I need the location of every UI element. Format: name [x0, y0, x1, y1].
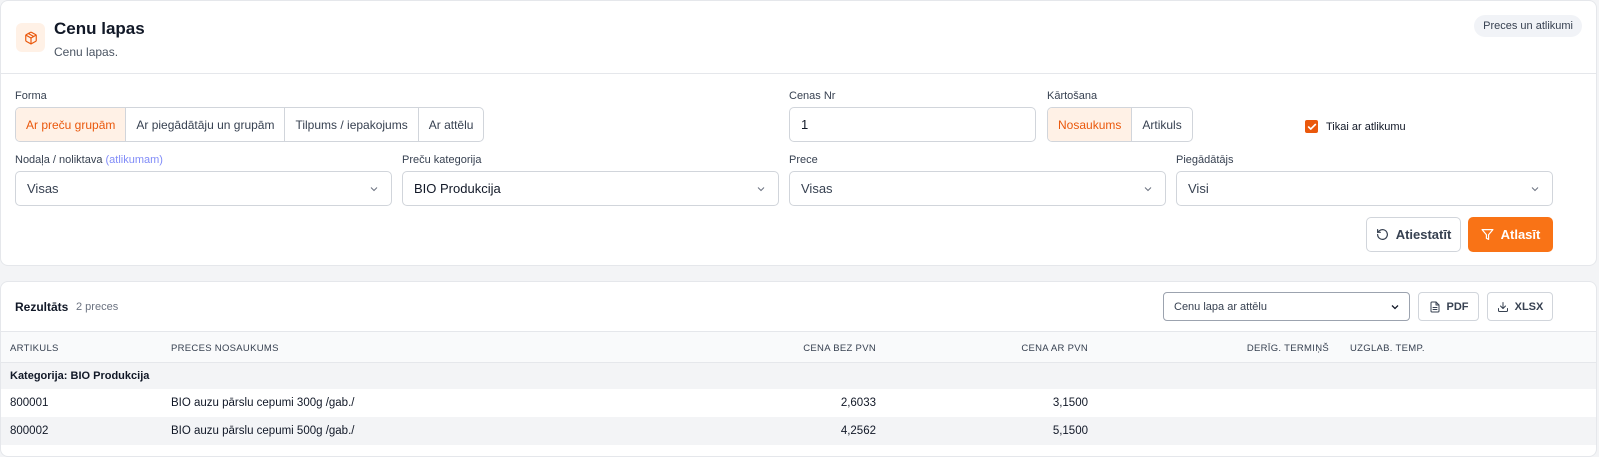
forma-segmented: Ar preču grupām Ar piegādātāju un grupām… [15, 107, 485, 142]
results-card: Rezultāts 2 preces Cenu lapa ar attēlu P… [0, 281, 1597, 457]
kartosana-segmented: Nosaukums Artikuls [1047, 107, 1193, 142]
col-cena-ar-pvn[interactable]: CENA AR PVN [1021, 343, 1088, 354]
kategorija-value: BIO Produkcija [414, 181, 501, 196]
col-cena-bez-pvn[interactable]: CENA BEZ PVN [803, 343, 876, 354]
check-icon [1307, 123, 1316, 130]
chevron-down-icon [1144, 186, 1152, 191]
piegadatajs-value: Visi [1188, 181, 1209, 196]
cell-artikuls: 800002 [10, 425, 49, 437]
cell-cena-bez-pvn: 2,6033 [840, 397, 876, 409]
prece-value: Visas [801, 181, 833, 196]
col-artikuls[interactable]: ARTIKULS [10, 343, 59, 354]
export-format-select[interactable]: Cenu lapa ar attēlu [1163, 292, 1410, 321]
search-button[interactable]: Atlasīt [1468, 217, 1553, 252]
cell-cena-ar-pvn: 3,1500 [1052, 397, 1088, 409]
export-format-value: Cenu lapa ar attēlu [1174, 300, 1267, 313]
page-title: Cenu lapas [54, 19, 145, 38]
package-icon [16, 23, 45, 52]
sort-option-name[interactable]: Nosaukums [1048, 108, 1133, 141]
only-with-stock-label: Tikai ar atlikumu [1326, 120, 1406, 133]
category-group-row: Kategorija: BIO Produkcija [1, 363, 1596, 389]
cenas-nr-label: Cenas Nr [789, 90, 836, 102]
chevron-down-icon [370, 186, 378, 191]
results-count: 2 preces [76, 301, 119, 313]
table-row[interactable]: 800001 BIO auzu pārslu cepumi 300g /gab.… [1, 389, 1596, 417]
only-with-stock-toggle[interactable]: Tikai ar atlikumu [1305, 120, 1406, 133]
cenas-nr-input[interactable]: 1 [789, 107, 1036, 142]
prece-select[interactable]: Visas [789, 171, 1166, 206]
col-uzglabasanas-temp[interactable]: UZGLAB. TEMP. [1350, 343, 1425, 354]
kategorija-label: Preču kategorija [402, 154, 482, 166]
sort-option-article[interactable]: Artikuls [1132, 108, 1191, 141]
nodala-label: Nodaļa / noliktava (atlikumam) [15, 154, 163, 166]
cell-cena-bez-pvn: 4,2562 [840, 425, 876, 437]
download-icon [1497, 301, 1508, 312]
cell-nosaukums: BIO auzu pārslu cepumi 300g /gab./ [171, 397, 355, 409]
only-with-stock-checkbox[interactable] [1305, 120, 1318, 133]
nodala-label-hint: (atlikumam) [105, 154, 163, 166]
xlsx-button-label: XLSX [1514, 300, 1544, 313]
cell-cena-ar-pvn: 5,1500 [1052, 425, 1088, 437]
forma-option-groups[interactable]: Ar preču grupām [16, 108, 127, 141]
forma-label: Forma [15, 90, 47, 102]
file-icon [1430, 301, 1439, 312]
col-deriguma-termins[interactable]: DERĪG. TERMIŅŠ [1247, 343, 1329, 354]
col-nosaukums[interactable]: PRECES NOSAUKUMS [171, 343, 279, 354]
reset-button[interactable]: Atiestatīt [1366, 217, 1461, 252]
chevron-down-icon [1391, 304, 1399, 309]
filter-icon [1481, 229, 1494, 240]
reset-button-label: Atiestatīt [1395, 227, 1452, 242]
pdf-button-label: PDF [1446, 300, 1469, 313]
forma-option-supplier-groups[interactable]: Ar piegādātāju un grupām [126, 108, 286, 141]
category-group-label: Kategorija: BIO Produkcija [10, 370, 150, 382]
filter-card: Cenu lapas Cenu lapas. Preces un atlikum… [0, 0, 1597, 266]
chevron-down-icon [757, 186, 765, 191]
section-badge: Preces un atlikumi [1474, 15, 1582, 37]
page-header: Cenu lapas Cenu lapas. Preces un atlikum… [1, 1, 1596, 74]
chevron-down-icon [1531, 186, 1539, 191]
table-row[interactable]: 800002 BIO auzu pārslu cepumi 500g /gab.… [1, 417, 1596, 445]
nodala-select[interactable]: Visas [15, 171, 392, 206]
xlsx-button[interactable]: XLSX [1487, 292, 1553, 321]
forma-option-volume[interactable]: Tilpums / iepakojums [285, 108, 419, 141]
pdf-button[interactable]: PDF [1418, 292, 1479, 321]
piegadatajs-select[interactable]: Visi [1176, 171, 1553, 206]
cell-artikuls: 800001 [10, 397, 49, 409]
reset-icon [1376, 229, 1388, 240]
prece-label: Prece [789, 154, 818, 166]
kartosana-label: Kārtošana [1047, 90, 1098, 102]
kategorija-select[interactable]: BIO Produkcija [402, 171, 779, 206]
cell-nosaukums: BIO auzu pārslu cepumi 500g /gab./ [171, 425, 355, 437]
page-subtitle: Cenu lapas. [54, 45, 119, 59]
results-title: Rezultāts [15, 300, 69, 314]
piegadatajs-label: Piegādātājs [1176, 154, 1234, 166]
forma-option-image[interactable]: Ar attēlu [419, 108, 484, 141]
nodala-value: Visas [27, 181, 59, 196]
table-header: ARTIKULS PRECES NOSAUKUMS CENA BEZ PVN C… [1, 331, 1596, 363]
search-button-label: Atlasīt [1500, 227, 1541, 242]
